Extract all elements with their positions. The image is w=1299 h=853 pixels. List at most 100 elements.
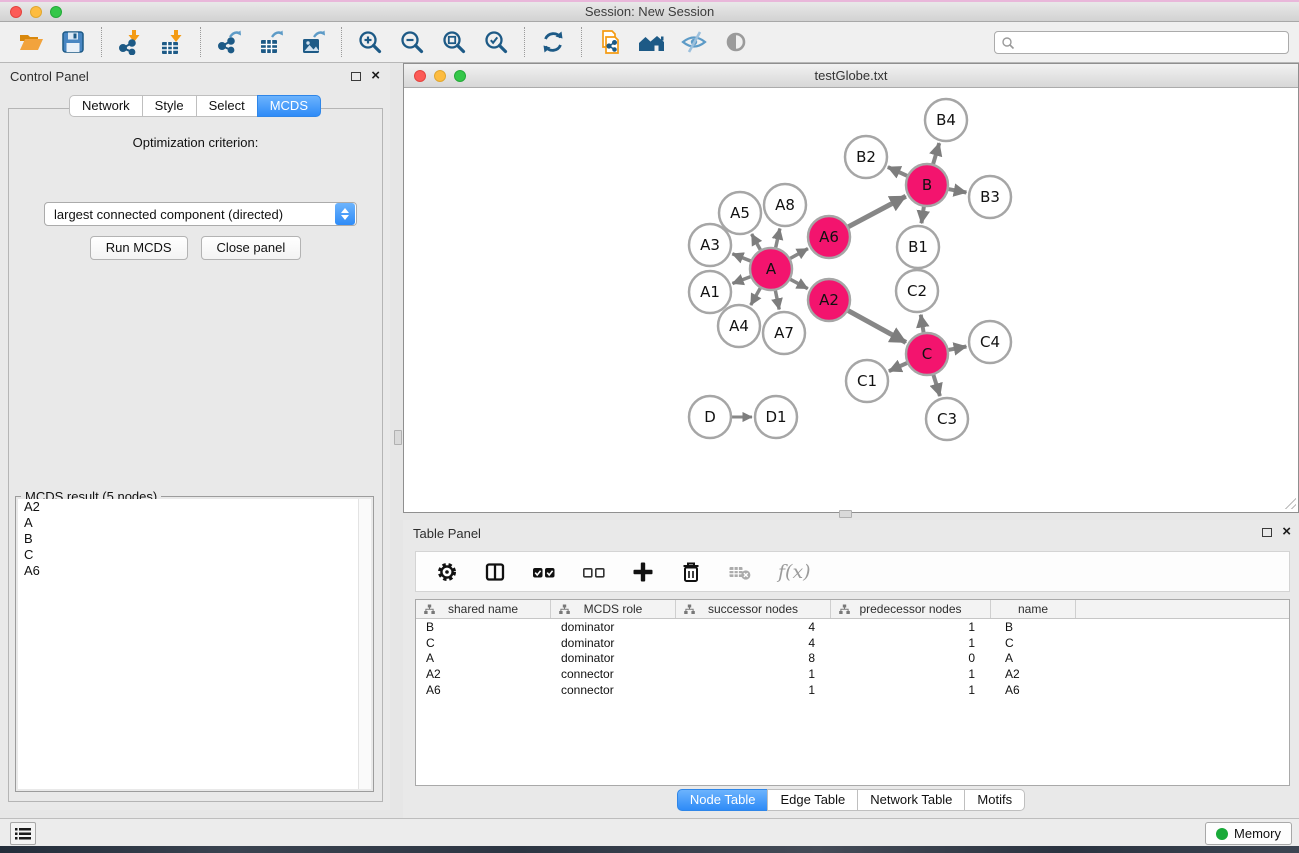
zoom-in-button[interactable] (349, 25, 391, 59)
table-column-header[interactable]: predecessor nodes (831, 600, 991, 618)
table-row[interactable]: Adominator80A (416, 650, 1289, 666)
table-cell: A2 (416, 667, 551, 681)
column-selector-icon (484, 561, 506, 583)
float-panel-icon[interactable] (351, 72, 361, 81)
network-zoom-button[interactable] (454, 70, 466, 82)
table-column-header[interactable]: successor nodes (676, 600, 831, 618)
tab-node-table[interactable]: Node Table (677, 789, 769, 811)
graph-edge-B-B2[interactable] (888, 167, 908, 176)
network-close-button[interactable] (414, 70, 426, 82)
table-cell: A2 (991, 667, 1076, 681)
import-table-button[interactable] (151, 25, 193, 59)
table-row[interactable]: A2connector11A2 (416, 666, 1289, 682)
function-builder-button[interactable]: f(x) (778, 561, 811, 583)
optimization-criterion-label: Optimization criterion: (9, 135, 382, 150)
network-minimize-button[interactable] (434, 70, 446, 82)
graph-edge-B-B3[interactable] (948, 189, 967, 193)
show-details-button[interactable] (715, 25, 757, 59)
graph-edge-C-C3[interactable] (933, 374, 940, 396)
zoom-window-button[interactable] (50, 6, 62, 18)
result-list-scrollbar[interactable] (358, 499, 371, 789)
deselect-all-button[interactable] (582, 561, 606, 583)
panel-splitter-grip[interactable] (394, 430, 402, 445)
table-cell: 1 (831, 636, 991, 650)
tab-motifs[interactable]: Motifs (964, 789, 1025, 811)
graph-edge-B-B1[interactable] (921, 206, 924, 223)
tab-network-table[interactable]: Network Table (857, 789, 965, 811)
import-network-button[interactable] (109, 25, 151, 59)
search-icon (1001, 36, 1015, 50)
mcds-result-item[interactable]: A6 (18, 563, 371, 579)
close-window-button[interactable] (10, 6, 22, 18)
graph-edge-A-A5[interactable] (752, 234, 761, 251)
refresh-button[interactable] (532, 25, 574, 59)
minimize-window-button[interactable] (30, 6, 42, 18)
table-splitter-grip[interactable] (839, 510, 852, 518)
table-settings-button[interactable] (436, 561, 458, 583)
search-field[interactable] (994, 31, 1289, 54)
graph-edge-A-A1[interactable] (732, 276, 751, 283)
table-row[interactable]: Cdominator41C (416, 635, 1289, 651)
show-panels-button[interactable] (10, 822, 36, 845)
tab-style[interactable]: Style (142, 95, 197, 117)
export-table-icon (258, 29, 284, 55)
graph-edge-A2-C[interactable] (847, 310, 906, 342)
tab-select[interactable]: Select (196, 95, 258, 117)
export-image-button[interactable] (292, 25, 334, 59)
zoom-fit-button[interactable] (433, 25, 475, 59)
delete-table-button[interactable] (728, 561, 752, 583)
network-canvas[interactable]: AA1A3A4A5A7A8A6A2BB1B2B3B4CC1C2C3C4DD1 (404, 88, 1298, 511)
memory-button[interactable]: Memory (1205, 822, 1292, 845)
search-input[interactable] (1015, 32, 1288, 53)
graph-node-label-D1: D1 (765, 408, 786, 426)
graph-edge-A-A4[interactable] (751, 287, 761, 305)
table-column-header[interactable]: shared name (416, 600, 551, 618)
mcds-result-item[interactable]: B (18, 531, 371, 547)
delete-column-button[interactable] (680, 561, 702, 583)
run-mcds-button[interactable]: Run MCDS (90, 236, 188, 260)
save-session-button[interactable] (52, 25, 94, 59)
graph-edge-C-C2[interactable] (921, 315, 924, 334)
table-column-header[interactable]: MCDS role (551, 600, 676, 618)
network-graph[interactable]: AA1A3A4A5A7A8A6A2BB1B2B3B4CC1C2C3C4DD1 (404, 88, 1298, 511)
graph-edge-A-A2[interactable] (790, 279, 808, 289)
table-cell: A6 (991, 683, 1076, 697)
close-table-panel-icon[interactable]: × (1282, 527, 1291, 537)
zoom-selected-button[interactable] (475, 25, 517, 59)
graph-edge-A-A7[interactable] (775, 290, 779, 310)
hide-details-button[interactable] (673, 25, 715, 59)
add-column-button[interactable] (632, 561, 654, 583)
criterion-select[interactable]: largest connected component (directed) (44, 202, 357, 226)
home-button[interactable] (631, 25, 673, 59)
node-table-body: Bdominator41BCdominator41CAdominator80AA… (416, 619, 1289, 697)
graph-edge-A-A6[interactable] (789, 249, 808, 259)
graph-edge-A-A8[interactable] (775, 228, 779, 248)
close-panel-icon[interactable]: × (371, 71, 380, 81)
export-table-button[interactable] (250, 25, 292, 59)
graph-edge-B-B4[interactable] (933, 143, 939, 165)
tab-network[interactable]: Network (69, 95, 143, 117)
select-spinner-icon[interactable] (335, 203, 355, 225)
hide-details-icon (680, 29, 708, 55)
column-selector-button[interactable] (484, 561, 506, 583)
graph-edge-A6-B[interactable] (848, 196, 906, 227)
mcds-result-item[interactable]: A2 (18, 499, 371, 515)
close-panel-button[interactable]: Close panel (201, 236, 302, 260)
select-all-button[interactable] (532, 561, 556, 583)
table-column-header[interactable]: name (991, 600, 1076, 618)
graph-edge-A-A3[interactable] (732, 254, 751, 262)
mcds-result-item[interactable]: A (18, 515, 371, 531)
open-session-button[interactable] (10, 25, 52, 59)
graph-edge-C-C1[interactable] (889, 363, 908, 372)
mcds-result-item[interactable]: C (18, 547, 371, 563)
table-row[interactable]: A6connector11A6 (416, 682, 1289, 698)
tab-mcds[interactable]: MCDS (257, 95, 321, 117)
memory-label: Memory (1234, 826, 1281, 841)
table-row[interactable]: Bdominator41B (416, 619, 1289, 635)
float-table-panel-icon[interactable] (1262, 528, 1272, 537)
zoom-out-button[interactable] (391, 25, 433, 59)
tab-edge-table[interactable]: Edge Table (767, 789, 858, 811)
clone-network-button[interactable] (589, 25, 631, 59)
export-network-button[interactable] (208, 25, 250, 59)
graph-edge-C-C4[interactable] (948, 346, 967, 350)
